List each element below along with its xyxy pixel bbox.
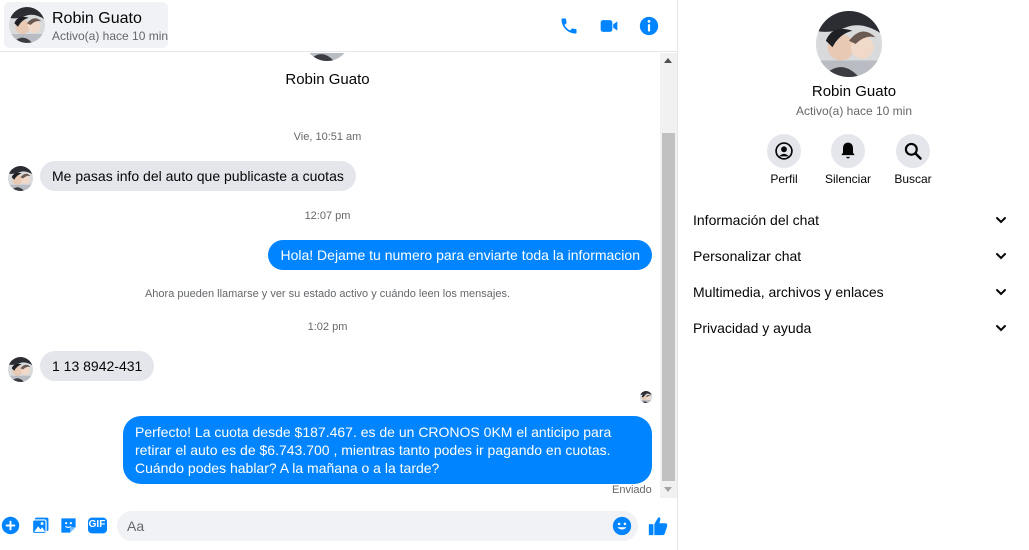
action-label: Perfil — [770, 172, 798, 186]
system-notice: Ahora pueden llamarse y ver su estado ac… — [144, 288, 511, 300]
action-mute[interactable]: Silenciar — [812, 134, 884, 186]
chat-header: Robin Guato Activo(a) hace 10 min — [0, 0, 677, 52]
avatar[interactable] — [8, 166, 33, 191]
section-label: Personalizar chat — [693, 248, 802, 264]
chevron-down-icon — [996, 217, 1006, 224]
section-privacy-help[interactable]: Privacidad y ayuda — [693, 316, 1007, 340]
action-label: Silenciar — [824, 172, 872, 186]
message-input[interactable] — [117, 511, 638, 541]
read-receipt-avatar — [640, 391, 652, 403]
avatar[interactable] — [8, 357, 33, 382]
info-status: Activo(a) hace 10 min — [795, 104, 913, 118]
action-label: Buscar — [894, 172, 932, 186]
chevron-down-icon — [996, 325, 1006, 332]
section-customize-chat[interactable]: Personalizar chat — [693, 244, 1007, 268]
incoming-message[interactable]: 1 13 8942-431 — [40, 351, 155, 381]
phone-icon[interactable] — [556, 13, 582, 39]
outgoing-message[interactable]: Perfecto! La cuota desde $187.467. es de… — [123, 416, 652, 484]
scroll-down-arrow-icon[interactable] — [664, 487, 672, 492]
contact-name: Robin Guato — [52, 10, 142, 27]
outgoing-message[interactable]: Hola! Dejame tu numero para enviarte tod… — [268, 240, 652, 270]
section-label: Privacidad y ayuda — [693, 320, 812, 336]
avatar[interactable] — [816, 11, 882, 77]
scrollbar[interactable] — [660, 53, 677, 498]
avatar[interactable] — [9, 7, 45, 43]
message-list[interactable]: Robin Guato Vie, 10:51 am Me pasas info … — [0, 53, 660, 498]
sticker-icon[interactable] — [58, 515, 78, 535]
bell-icon[interactable] — [831, 134, 865, 168]
contact-status: Activo(a) hace 10 min — [52, 29, 169, 43]
section-label: Multimedia, archivos y enlaces — [693, 284, 884, 300]
timestamp: 12:07 pm — [304, 210, 351, 222]
timestamp: 1:02 pm — [307, 321, 348, 333]
plus-circle-icon[interactable] — [0, 515, 20, 535]
avatar — [304, 53, 350, 61]
action-profile[interactable]: Perfil — [748, 134, 820, 186]
chevron-down-icon — [996, 289, 1006, 296]
thumbs-up-icon[interactable] — [647, 515, 669, 537]
section-label: Información del chat — [693, 212, 820, 228]
sent-status: Enviado — [612, 484, 652, 496]
profile-icon[interactable] — [767, 134, 801, 168]
gallery-icon[interactable] — [30, 515, 50, 535]
video-camera-icon[interactable] — [596, 13, 622, 39]
timestamp: Vie, 10:51 am — [293, 131, 362, 143]
chevron-down-icon — [996, 253, 1006, 260]
gif-icon[interactable]: GIF — [86, 515, 108, 535]
gif-label: GIF — [88, 519, 106, 530]
action-search[interactable]: Buscar — [877, 134, 949, 186]
search-icon[interactable] — [896, 134, 930, 168]
scroll-thumb[interactable] — [662, 133, 675, 481]
scroll-up-arrow-icon[interactable] — [664, 58, 672, 63]
emoji-icon[interactable] — [612, 516, 632, 536]
composer: GIF — [0, 498, 677, 550]
info-panel: Robin Guato Activo(a) hace 10 min Perfil… — [677, 0, 1029, 550]
section-chat-info[interactable]: Información del chat — [693, 208, 1007, 232]
info-icon[interactable] — [636, 13, 662, 39]
section-media-files-links[interactable]: Multimedia, archivos y enlaces — [693, 280, 1007, 304]
chat-pane: Robin Guato Activo(a) hace 10 min Robin … — [0, 0, 677, 550]
info-name: Robin Guato — [811, 83, 897, 100]
contact-card[interactable]: Robin Guato Activo(a) hace 10 min — [4, 2, 168, 48]
incoming-message[interactable]: Me pasas info del auto que publicaste a … — [40, 161, 356, 191]
conversation-title: Robin Guato — [285, 71, 370, 88]
